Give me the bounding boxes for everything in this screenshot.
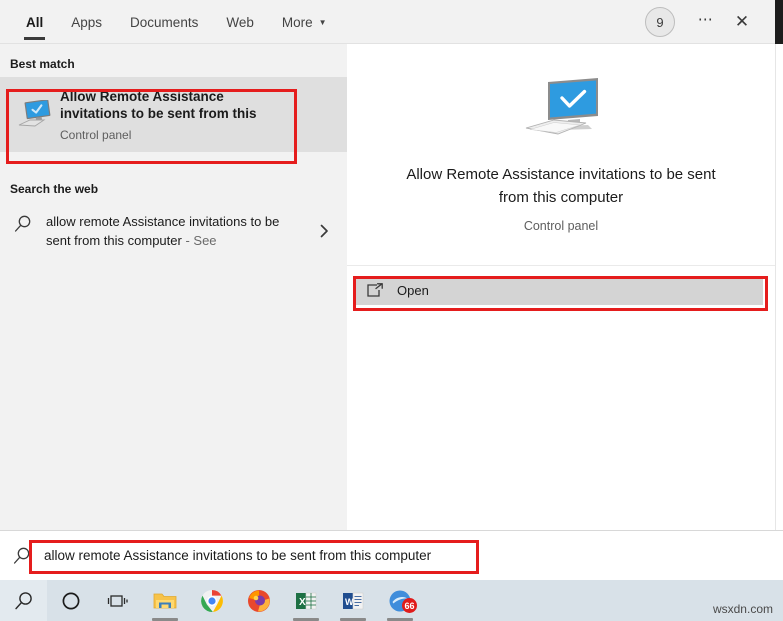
tab-more[interactable]: More ▼ (268, 0, 341, 44)
search-filter-tabs: All Apps Documents Web More ▼ (12, 0, 341, 44)
window-edge-strip (775, 0, 783, 44)
open-action-label: Open (397, 283, 429, 298)
search-the-web-heading: Search the web (10, 182, 99, 196)
best-match-subtitle: Control panel (60, 127, 132, 142)
preview-pane: Allow Remote Assistance invitations to b… (347, 44, 775, 530)
header-actions: 9 ⋯ ✕ (645, 0, 767, 44)
best-match-texts: Allow Remote Assistance invitations to b… (60, 88, 347, 142)
best-match-heading: Best match (10, 57, 75, 71)
results-pane: Best match Allow Remote Assistance invit… (0, 44, 347, 530)
tab-documents[interactable]: Documents (116, 0, 212, 44)
preview-subtitle: Control panel (523, 219, 599, 233)
open-external-icon (353, 282, 397, 299)
preview-card: Allow Remote Assistance invitations to b… (347, 44, 775, 266)
tab-web-label: Web (226, 14, 254, 30)
tab-all[interactable]: All (12, 0, 57, 44)
taskbar: X W 66 wsxdn.com (0, 580, 783, 621)
taskbar-excel-icon[interactable]: X (282, 580, 329, 621)
close-icon[interactable]: ✕ (727, 7, 757, 37)
web-suggestion-text: allow remote Assistance invitations to b… (46, 212, 291, 250)
taskbar-file-explorer-icon[interactable] (141, 580, 188, 621)
web-suggestion-suffix: - See (185, 233, 217, 248)
watermark: wsxdn.com (712, 602, 773, 616)
svg-text:X: X (299, 597, 306, 608)
remote-assistance-monitor-icon (14, 99, 56, 130)
search-icon (0, 212, 46, 234)
search-header: All Apps Documents Web More ▼ 9 ⋯ ✕ (0, 0, 775, 44)
taskbar-mail-app-icon[interactable]: 66 (376, 580, 423, 621)
taskbar-chrome-icon[interactable] (188, 580, 235, 621)
search-input-bar (0, 530, 783, 580)
ellipsis-glyph: ⋯ (697, 11, 715, 28)
search-the-web-section: Search the web allow remote Assistance i… (0, 169, 347, 270)
tab-apps[interactable]: Apps (57, 0, 116, 44)
notification-badge: 66 (402, 598, 417, 613)
best-match-title: Allow Remote Assistance invitations to b… (60, 88, 257, 121)
tab-web[interactable]: Web (212, 0, 268, 44)
close-glyph: ✕ (734, 12, 750, 31)
best-match-result-item[interactable]: Allow Remote Assistance invitations to b… (0, 77, 347, 152)
search-input[interactable] (40, 548, 783, 563)
taskbar-firefox-icon[interactable] (235, 580, 282, 621)
avatar[interactable]: 9 (645, 7, 675, 37)
chevron-right-icon[interactable] (320, 224, 329, 241)
window-edge-strip-lower (775, 44, 783, 580)
tab-more-label: More (281, 14, 313, 30)
svg-text:W: W (345, 597, 354, 607)
taskbar-cortana-icon[interactable] (47, 580, 94, 621)
taskbar-task-view-icon[interactable] (94, 580, 141, 621)
preview-title: Allow Remote Assistance invitations to b… (406, 166, 716, 206)
avatar-label: 9 (656, 14, 664, 30)
tab-all-label: All (26, 14, 44, 30)
windows-search-flyout: All Apps Documents Web More ▼ 9 ⋯ ✕ Best… (0, 0, 783, 580)
chevron-down-icon: ▼ (318, 18, 327, 27)
tab-documents-label: Documents (130, 14, 199, 30)
more-options-icon[interactable]: ⋯ (691, 4, 721, 40)
web-suggestion-query: allow remote Assistance invitations to b… (46, 214, 280, 248)
web-search-suggestion-item[interactable]: allow remote Assistance invitations to b… (0, 202, 347, 270)
taskbar-word-icon[interactable]: W (329, 580, 376, 621)
taskbar-search-icon[interactable] (0, 580, 47, 621)
open-action-button[interactable]: Open (353, 276, 763, 305)
search-icon (4, 546, 40, 566)
remote-assistance-monitor-icon (518, 76, 604, 147)
tab-apps-label: Apps (71, 14, 103, 30)
